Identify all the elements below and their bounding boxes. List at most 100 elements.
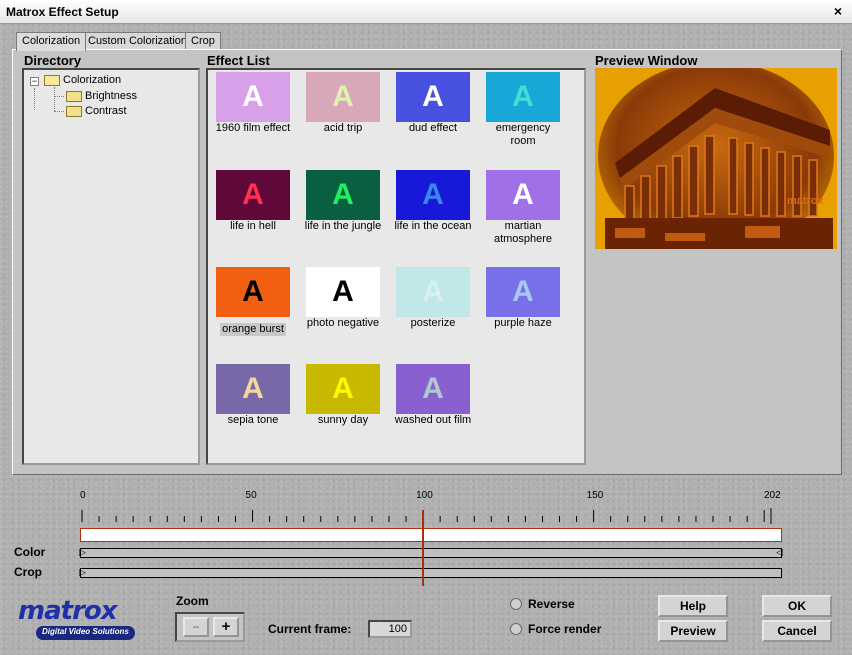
effect-label: posterize	[410, 317, 456, 329]
preview-window: matrox	[595, 68, 837, 249]
effect-posterize[interactable]: Aposterize	[388, 267, 478, 330]
effect-label: emergency room	[495, 122, 551, 147]
zoom-label: Zoom	[176, 594, 209, 608]
zoom-control: − +	[175, 612, 245, 642]
effect-photo-negative[interactable]: Aphoto negative	[298, 267, 388, 330]
effect-thumbnail[interactable]: A	[486, 170, 560, 220]
help-button[interactable]: Help	[658, 595, 728, 617]
color-row-label: Color	[14, 545, 46, 559]
effect-setup-window: Matrox Effect Setup × Colorization Custo…	[0, 0, 852, 655]
effect-label: life in the ocean	[394, 220, 472, 232]
timeline-ruler: 0 50 100 150 202	[80, 490, 781, 524]
crop-row-label: Crop	[14, 565, 42, 579]
effect-label: life in hell	[230, 220, 276, 232]
effect-label: orange burst	[220, 323, 286, 336]
effect-martian-atmosphere[interactable]: Amartian atmosphere	[478, 170, 568, 246]
tab-custom-colorization[interactable]: Custom Colorization	[82, 32, 194, 50]
effect-acid-trip[interactable]: Aacid trip	[298, 72, 388, 135]
playhead[interactable]	[422, 510, 425, 586]
effect-list: A 1960 film effect Aacid trip Adud effect Ae…	[206, 68, 586, 465]
effect-purple-haze[interactable]: Apurple haze	[478, 267, 568, 330]
effect-thumbnail[interactable]: A	[216, 267, 290, 317]
tree-item-contrast[interactable]: Contrast	[66, 105, 127, 117]
parthenon-image: matrox	[595, 68, 837, 249]
effect-label: purple haze	[494, 317, 552, 329]
tree-item-label: Colorization	[63, 74, 122, 86]
effect-dud-effect[interactable]: Adud effect	[388, 72, 478, 135]
folder-open-icon	[44, 74, 60, 86]
ruler-label: 100	[416, 490, 433, 501]
preview-button[interactable]: Preview	[658, 620, 728, 642]
effect-label: martian atmosphere	[493, 220, 553, 245]
effect-thumbnail[interactable]: A	[306, 170, 380, 220]
close-icon[interactable]: ×	[830, 3, 846, 19]
folder-icon	[66, 105, 82, 117]
effect-label: dud effect	[408, 122, 458, 134]
zoom-in-button[interactable]: +	[213, 617, 239, 637]
tree-item-label: Contrast	[85, 105, 127, 117]
effect-thumbnail[interactable]: A	[486, 72, 560, 122]
effect-thumbnail[interactable]: A	[216, 170, 290, 220]
effect-thumbnail[interactable]: A	[396, 267, 470, 317]
timeline: 0 50 100 150 202 Color ▷ ◁ Crop ▷ matrox Dig…	[0, 480, 852, 655]
effect-thumbnail[interactable]: A	[306, 72, 380, 122]
current-frame-field[interactable]: 100	[368, 620, 412, 638]
tree-item-colorization[interactable]: Colorization	[44, 74, 121, 86]
title-bar: Matrox Effect Setup ×	[0, 0, 852, 24]
effect-thumbnail[interactable]: A	[396, 170, 470, 220]
effect-orange-burst[interactable]: Aorange burst	[208, 267, 298, 336]
effect-label: photo negative	[306, 317, 380, 329]
force-render-radio[interactable]	[510, 623, 522, 635]
effect-list-title: Effect List	[207, 53, 270, 68]
effect-1960-film-effect[interactable]: A 1960 film effect	[208, 72, 298, 135]
ruler-label: 0	[80, 490, 86, 501]
effect-sunny-day[interactable]: Asunny day	[298, 364, 388, 427]
effect-emergency-room[interactable]: Aemergency room	[478, 72, 568, 148]
effect-washed-out-film[interactable]: Awashed out film	[388, 364, 478, 427]
ruler-label: 150	[587, 490, 604, 501]
ruler-label: 202	[764, 490, 781, 501]
cancel-button[interactable]: Cancel	[762, 620, 832, 642]
crop-track[interactable]: ▷	[79, 567, 782, 578]
effect-label: washed out film	[394, 414, 472, 426]
directory-tree: − Colorization Brightness Contrast	[22, 68, 200, 465]
effect-life-in-hell[interactable]: Alife in hell	[208, 170, 298, 233]
effect-label: life in the jungle	[304, 220, 382, 232]
tree-item-brightness[interactable]: Brightness	[66, 90, 137, 102]
effect-thumbnail[interactable]: A	[306, 267, 380, 317]
track-end-handle-icon[interactable]: ◁	[776, 547, 783, 558]
ok-button[interactable]: OK	[762, 595, 832, 617]
tree-item-label: Brightness	[85, 90, 137, 102]
effect-thumbnail[interactable]: A	[396, 364, 470, 414]
effect-thumbnail[interactable]: A	[216, 72, 290, 122]
timeline-range-bar[interactable]	[80, 528, 782, 542]
track-start-handle-icon[interactable]: ▷	[79, 567, 86, 578]
color-track[interactable]: ▷ ◁	[79, 547, 783, 558]
track-start-handle-icon[interactable]: ▷	[79, 547, 86, 558]
effect-life-in-the-jungle[interactable]: Alife in the jungle	[298, 170, 388, 233]
effect-label: sepia tone	[227, 414, 279, 426]
effect-sepia-tone[interactable]: Asepia tone	[208, 364, 298, 427]
matrox-logo: matrox Digital Video Solutions	[14, 596, 144, 644]
effect-label: acid trip	[323, 122, 363, 134]
effect-thumbnail[interactable]: A	[306, 364, 380, 414]
force-render-label: Force render	[528, 622, 602, 636]
current-frame-label: Current frame:	[268, 622, 352, 636]
folder-icon	[66, 90, 82, 102]
effect-label: sunny day	[317, 414, 369, 426]
effect-thumbnail[interactable]: A	[396, 72, 470, 122]
collapse-icon[interactable]: −	[30, 77, 39, 86]
logo-brand: matrox	[18, 596, 118, 626]
tab-colorization[interactable]: Colorization	[16, 32, 87, 51]
effect-thumbnail[interactable]: A	[216, 364, 290, 414]
directory-title: Directory	[24, 53, 82, 68]
tab-crop[interactable]: Crop	[185, 32, 221, 50]
effect-label: 1960 film effect	[215, 122, 291, 134]
ruler-label: 50	[246, 490, 258, 501]
logo-tagline: Digital Video Solutions	[36, 626, 135, 640]
zoom-out-button[interactable]: −	[183, 617, 209, 637]
effect-thumbnail[interactable]: A	[486, 267, 560, 317]
effect-life-in-the-ocean[interactable]: Alife in the ocean	[388, 170, 478, 233]
preview-title: Preview Window	[595, 53, 698, 68]
reverse-radio[interactable]	[510, 598, 522, 610]
